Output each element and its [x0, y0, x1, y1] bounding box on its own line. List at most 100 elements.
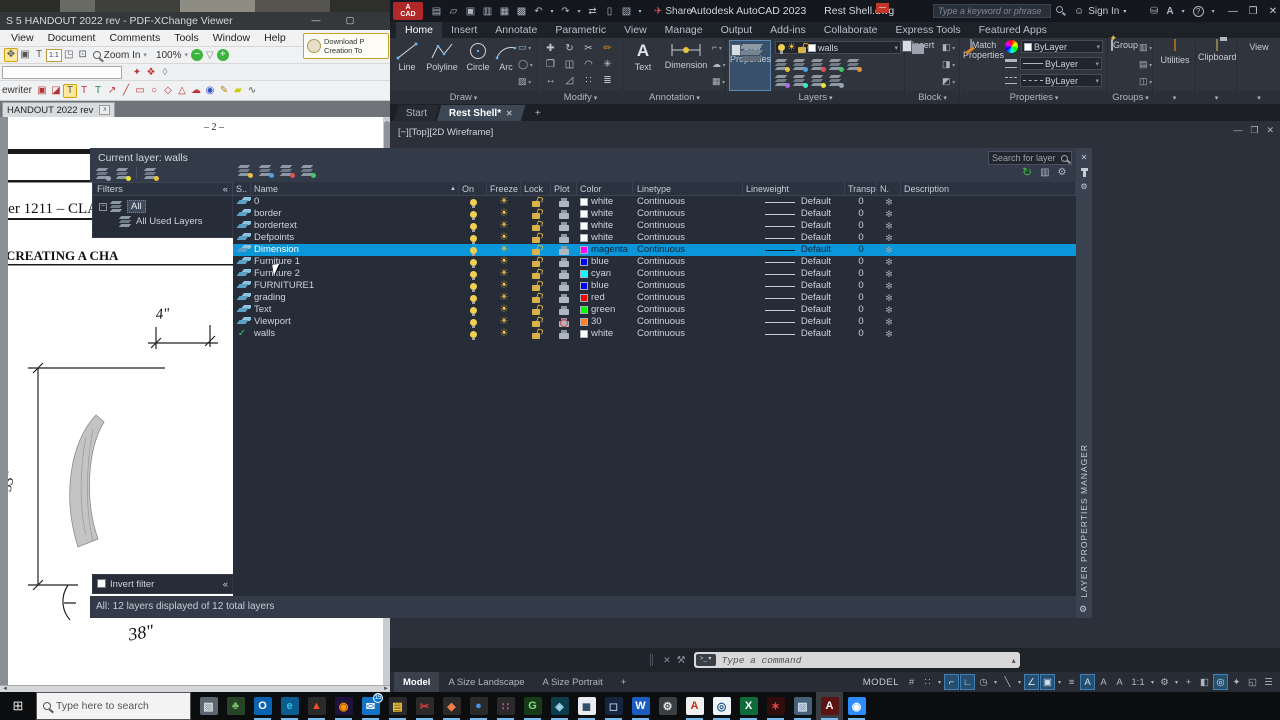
dwg-minimize-button[interactable]: — [1233, 125, 1242, 136]
taskbar-app-nature-app[interactable]: ♣ [222, 692, 249, 720]
stamp-icon[interactable]: ✦ [130, 65, 144, 79]
layer-on-cell[interactable] [459, 280, 487, 292]
layer-plot-cell[interactable] [551, 220, 577, 232]
rectangle-tool-icon[interactable]: ▭ [133, 84, 147, 98]
layer-row-0[interactable]: 0 ☀ white Continuous Default 0 ✻ [233, 196, 1076, 208]
layer-lock-cell[interactable] [521, 316, 551, 328]
typewriter-label[interactable]: ewriter [2, 85, 32, 96]
layer-transparency-cell[interactable]: 0 [845, 316, 877, 328]
clean-screen-icon[interactable]: ◱ [1245, 674, 1260, 690]
model-space-label[interactable]: MODEL [863, 677, 899, 688]
layer-color-cell[interactable]: white [577, 328, 633, 340]
taskbar-app-word[interactable]: W [627, 692, 654, 720]
draw-polyline-button[interactable]: Polyline [422, 40, 462, 72]
search-icon[interactable] [1056, 6, 1063, 13]
taskbar-app-dots-app[interactable]: ∷ [492, 692, 519, 720]
pdf-tab-close-icon[interactable]: x [99, 105, 111, 115]
pdf-menu-document[interactable]: Document [41, 32, 103, 44]
layer-plot-cell[interactable] [551, 328, 577, 340]
taskbar-app-pdf-xchange[interactable]: A [681, 692, 708, 720]
column-header-on[interactable]: On [459, 182, 487, 196]
layer-combo[interactable]: ☀ walls [775, 41, 901, 54]
column-header-status[interactable]: S.. [233, 182, 251, 196]
autodesk-icon[interactable]: A [1166, 6, 1173, 17]
start-button[interactable]: ⊞ [0, 692, 36, 720]
layer-linetype-cell[interactable]: Continuous [633, 220, 743, 232]
filter-tree-all[interactable]: − All [99, 200, 232, 213]
layout-tab-model[interactable]: Model [394, 672, 440, 692]
layer-linetype-cell[interactable]: Continuous [633, 316, 743, 328]
layer-lock-cell[interactable] [521, 208, 551, 220]
oval-tool-icon[interactable]: ○ [147, 84, 161, 98]
block-panel-footer[interactable]: Block [906, 91, 959, 104]
draw-panel-footer[interactable]: Draw [390, 91, 537, 104]
layer-on-cell[interactable] [459, 220, 487, 232]
layer-lineweight-cell[interactable]: Default [743, 208, 845, 220]
dwg-close-button[interactable]: ✕ [1266, 125, 1274, 136]
redo-dropdown-icon[interactable]: ▾ [575, 8, 583, 15]
rotate-icon[interactable]: ↻ [562, 41, 577, 56]
walk-layer-icon[interactable] [792, 75, 808, 88]
zoom-level-dropdown-icon[interactable]: ▾ [185, 51, 189, 59]
column-header-plot[interactable]: Plot [551, 182, 577, 196]
taskbar-app-excel[interactable]: X [735, 692, 762, 720]
layer-on-cell[interactable] [459, 256, 487, 268]
taskbar-app-zoom[interactable]: ◉ [843, 692, 870, 720]
color-wheel-icon[interactable] [1005, 40, 1018, 53]
palette-bottom-gear-icon[interactable]: ⚙ [1079, 604, 1087, 615]
pdf-menu-view[interactable]: View [4, 32, 41, 44]
column-header-lineweight[interactable]: Lineweight [743, 182, 845, 196]
ribbon-tab-express-tools[interactable]: Express Tools [886, 22, 969, 38]
annotation-monitor-icon[interactable]: + [1181, 674, 1196, 690]
layer-on-cell[interactable] [459, 292, 487, 304]
cmd-close-icon[interactable]: ✕ [663, 655, 671, 666]
isolate-layer-icon[interactable] [774, 59, 790, 72]
polygon-line-tool-icon[interactable]: ◇ [161, 84, 175, 98]
ribbon-tab-collaborate[interactable]: Collaborate [815, 22, 887, 38]
sign-in-button[interactable]: ☺ Sign In ▾ [1074, 0, 1126, 22]
grid-icon[interactable]: # [904, 674, 919, 690]
layer-linetype-cell[interactable]: Continuous [633, 328, 743, 340]
layer-states-manager-icon[interactable] [143, 167, 159, 181]
new-layer-icon[interactable] [237, 165, 253, 178]
actual-size-icon[interactable]: 1:1 [46, 49, 62, 63]
layer-freeze-cell[interactable]: ☀ [487, 280, 521, 292]
help-dropdown-icon[interactable]: ▾ [1212, 8, 1215, 15]
draw-circle-button[interactable]: Circle [462, 40, 494, 72]
offset-icon[interactable]: ≣ [600, 73, 615, 88]
layer-plot-cell[interactable] [551, 256, 577, 268]
new-property-filter-icon[interactable] [95, 167, 111, 181]
layer-on-cell[interactable] [459, 316, 487, 328]
ribbon-tab-view[interactable]: View [615, 22, 656, 38]
pdf-maximize-button[interactable]: ▢ [342, 14, 358, 28]
taskbar-app-outlook[interactable]: O [249, 692, 276, 720]
viewport-controls[interactable]: [−][Top][2D Wireframe] [398, 127, 493, 138]
layer-on-cell[interactable] [459, 232, 487, 244]
erase-icon[interactable]: ✏ [600, 41, 615, 56]
layer-linetype-cell[interactable]: Continuous [633, 232, 743, 244]
lineweight-icon[interactable] [1005, 59, 1017, 68]
table-icon[interactable]: ▦ [712, 75, 726, 89]
layer-lineweight-cell[interactable]: Default [743, 220, 845, 232]
taskbar-app-creature-app[interactable]: ✶ [762, 692, 789, 720]
ribbon-tab-manage[interactable]: Manage [656, 22, 712, 38]
layer-vpfreeze-cell[interactable]: ✻ [877, 268, 901, 280]
file-tab-document[interactable]: Rest Shell* ✕ [436, 105, 526, 121]
snap-mode-icon[interactable]: ∷ [920, 674, 935, 690]
layer-on-cell[interactable] [459, 328, 487, 340]
autodesk-dropdown-icon[interactable]: ▾ [1182, 8, 1185, 15]
array-icon[interactable]: ∷ [581, 73, 596, 88]
autocad-logo[interactable]: A CAD [393, 2, 423, 20]
layer-lineweight-cell[interactable]: Default [743, 280, 845, 292]
stretch-icon[interactable]: ↔ [543, 73, 558, 88]
layer-linetype-cell[interactable]: Continuous [633, 256, 743, 268]
comment-box-icon[interactable]: ▣ [35, 84, 49, 98]
qat-dropdown-icon[interactable]: ▾ [636, 8, 644, 15]
layer-transparency-cell[interactable]: 0 [845, 268, 877, 280]
layer-vpfreeze-cell[interactable]: ✻ [877, 232, 901, 244]
layer-transparency-cell[interactable]: 0 [845, 232, 877, 244]
layer-description-cell[interactable] [901, 244, 1076, 256]
layer-plot-cell[interactable] [551, 268, 577, 280]
polygon-tool-icon[interactable]: △ [175, 84, 189, 98]
layer-description-cell[interactable] [901, 232, 1076, 244]
